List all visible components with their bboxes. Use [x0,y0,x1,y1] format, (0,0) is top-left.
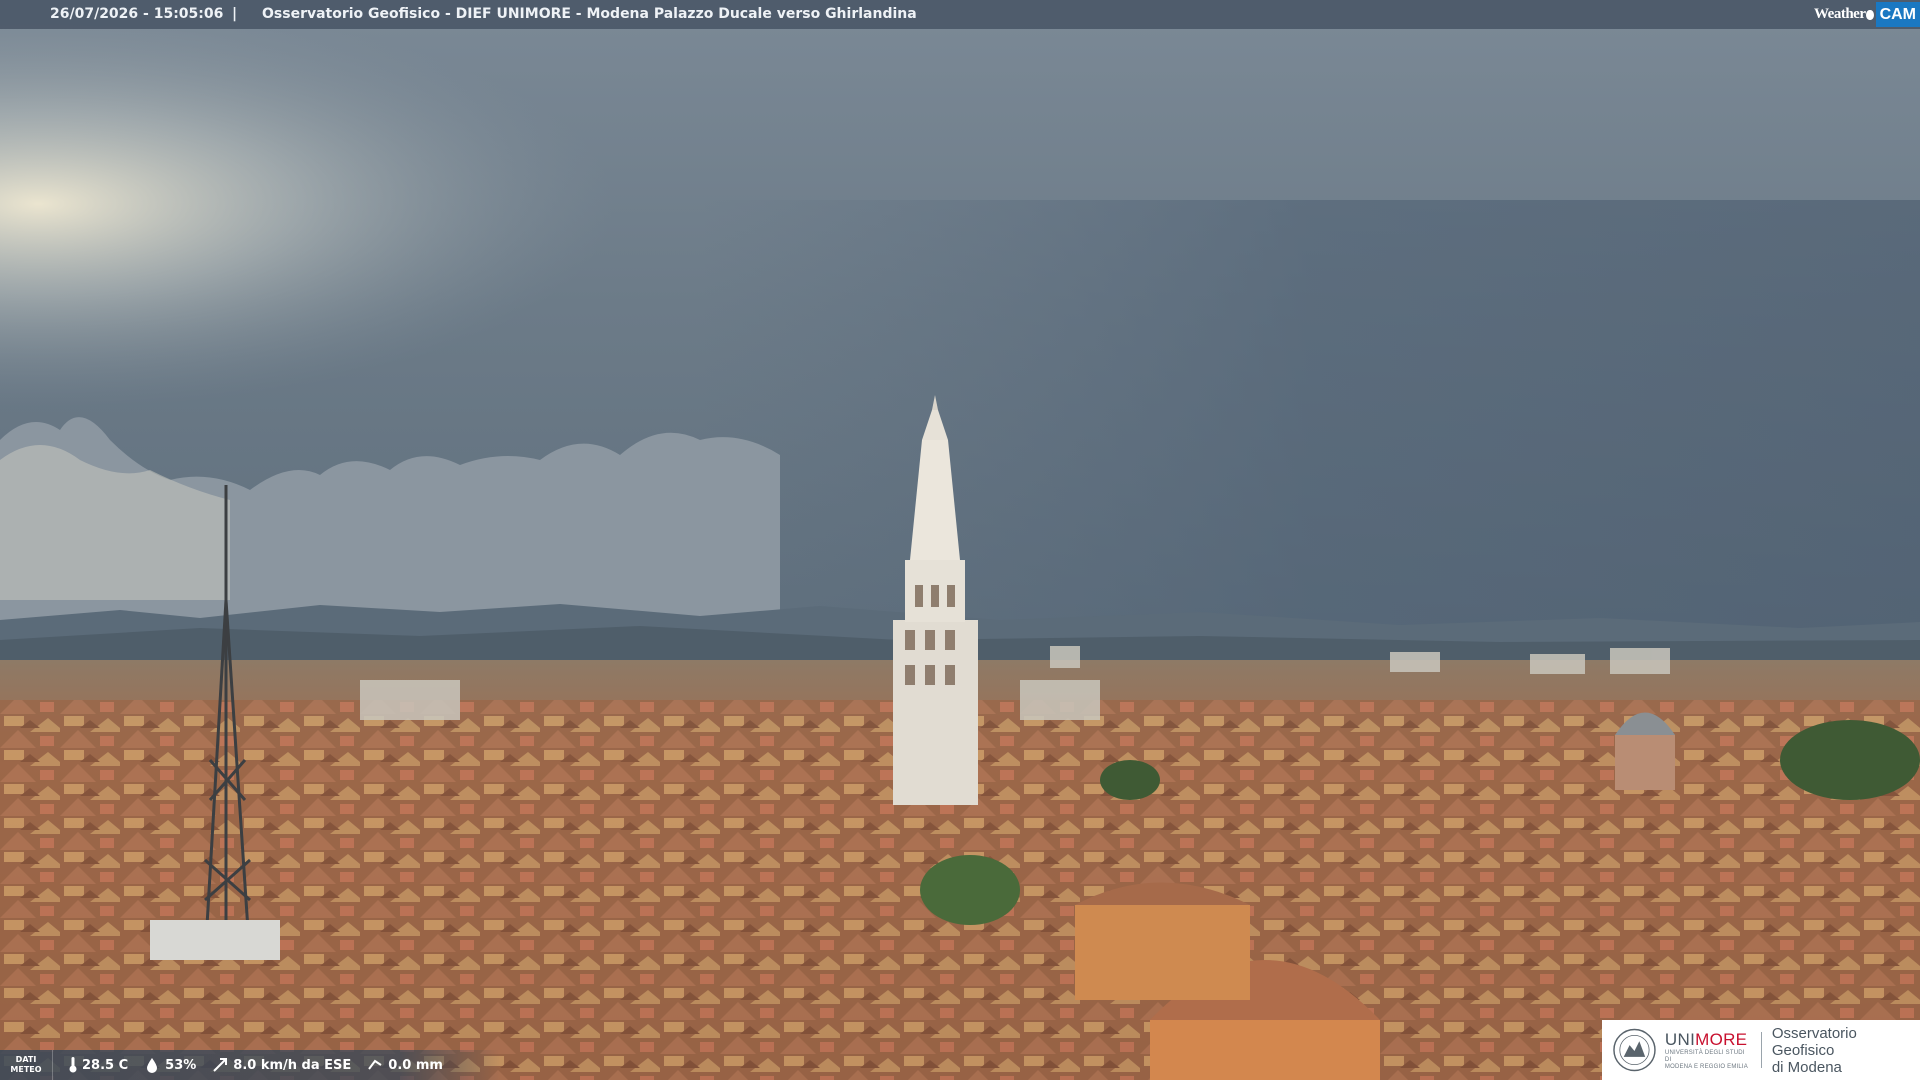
overlay-header: 26/07/2026 - 15:05:06 | Osservatorio Geo… [0,0,1920,29]
humidity-drop-icon [147,1058,158,1073]
brand-dot-icon [1866,9,1874,20]
rain-reading: 0.0 mm [367,1057,443,1073]
rain-icon [368,1059,382,1070]
temperature-value: 28.5 C [82,1057,129,1073]
humidity-reading: 53% [144,1057,196,1073]
camera-title: Osservatorio Geofisico - DIEF UNIMORE - … [262,6,917,22]
unimore-wordmark: UNIMORE UNIVERSITÀ DEGLI STUDI DI MODENA… [1665,1030,1751,1071]
logo-divider [1760,1032,1762,1068]
rain-value: 0.0 mm [388,1057,443,1073]
weathercam-logo: Weather CAM [1814,0,1920,29]
wind-icon [213,1058,228,1072]
wind-value: 8.0 km/h da ESE [233,1057,352,1073]
university-seal-icon [1613,1028,1656,1072]
temperature-reading: 28.5 C [69,1057,128,1073]
university-subtitle-1: UNIVERSITÀ DEGLI STUDI DI [1664,1049,1745,1063]
humidity-value: 53% [165,1057,197,1073]
brand-cam-text: CAM [1875,2,1920,27]
weather-data-bar: DATI METEO 28.5 C 53% 8.0 km/h da ESE 0.… [0,1050,500,1080]
wind-reading: 8.0 km/h da ESE [212,1057,351,1073]
university-subtitle-2: MODENA E REGGIO EMILIA [1664,1063,1749,1070]
observatory-name: Osservatorio Geofisico di Modena [1771,1024,1857,1076]
timestamp: 26/07/2026 - 15:05:06 [50,6,224,22]
unimore-logo-box: UNIMORE UNIVERSITÀ DEGLI STUDI DI MODENA… [1602,1020,1920,1080]
brand-weather-text: Weather [1814,6,1866,22]
header-separator: | [232,6,238,22]
thermometer-icon [69,1057,77,1073]
unimore-name: UNIMORE [1664,1029,1748,1049]
dati-meteo-label: DATI METEO [0,1050,53,1080]
webcam-image [0,0,1920,1080]
